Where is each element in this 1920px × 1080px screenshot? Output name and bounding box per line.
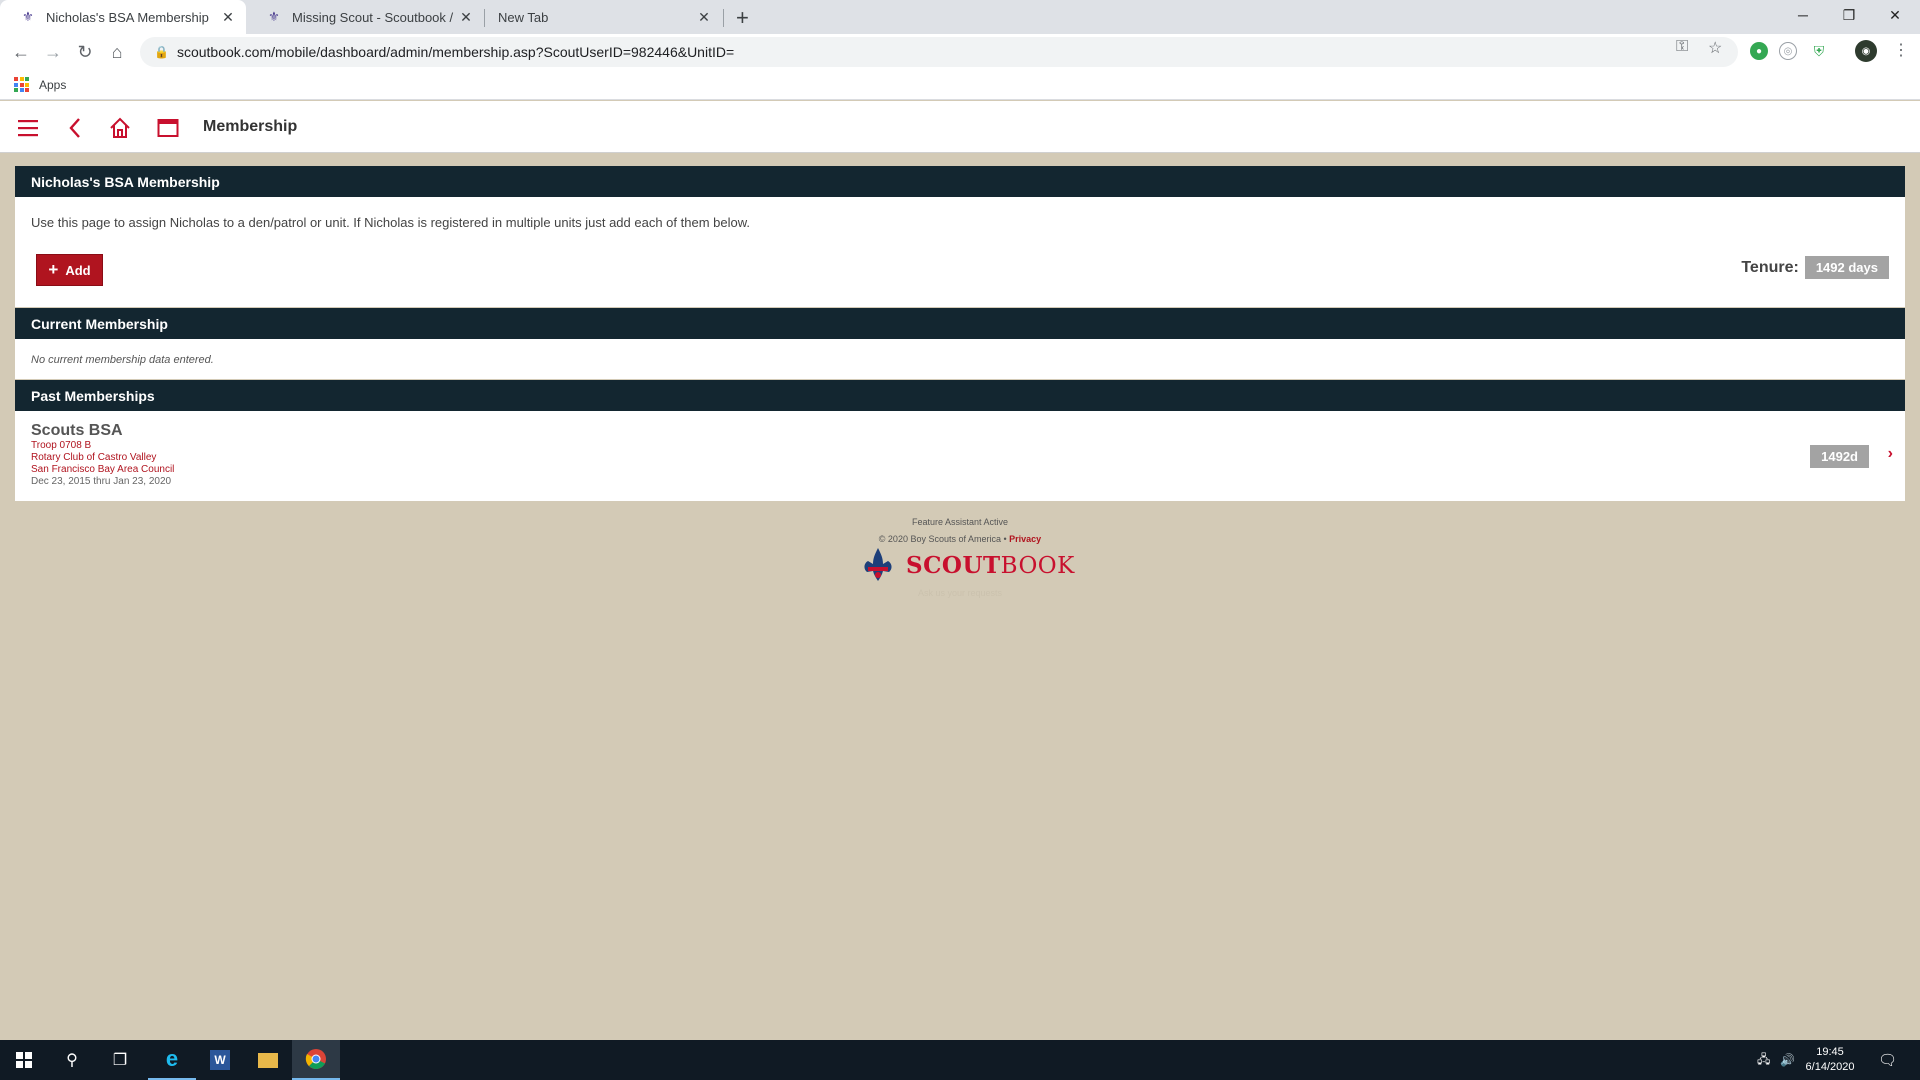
shield-icon[interactable]: ⛨: [1810, 42, 1828, 60]
back-chevron-icon[interactable]: [62, 115, 88, 141]
hamburger-menu-icon[interactable]: [15, 115, 41, 141]
apps-shortcut[interactable]: Apps: [14, 77, 66, 92]
apps-grid-icon: [14, 77, 29, 92]
reload-icon[interactable]: ↻: [73, 40, 97, 64]
word-icon[interactable]: W: [196, 1040, 244, 1080]
add-button[interactable]: + Add: [36, 254, 103, 286]
apps-label: Apps: [39, 77, 67, 92]
extension-icon[interactable]: ●: [1750, 42, 1768, 60]
tab-title: Missing Scout - Scoutbook / Sco: [292, 9, 456, 25]
extension-icon[interactable]: ◎: [1779, 42, 1797, 60]
calendar-icon[interactable]: [155, 115, 181, 141]
membership-dates: Dec 23, 2015 thru Jan 23, 2020: [31, 476, 172, 487]
file-explorer-icon[interactable]: [244, 1040, 292, 1080]
membership-panel-header: Nicholas's BSA Membership: [15, 166, 1905, 197]
new-tab-plus-icon[interactable]: +: [736, 5, 749, 31]
bookmarks-bar: Apps: [0, 70, 1920, 100]
intro-text: Use this page to assign Nicholas to a de…: [31, 215, 750, 230]
home-icon[interactable]: [107, 115, 133, 141]
key-icon[interactable]: ⚿: [1676, 38, 1688, 56]
program-type: Scouts BSA: [31, 422, 123, 439]
fleur-de-lis-icon: ⚜: [268, 9, 280, 24]
internet-explorer-icon[interactable]: e: [148, 1040, 196, 1080]
browser-toolbar: ← → ↻ ⌂ 🔒 scoutbook.com/mobile/dashboard…: [0, 34, 1920, 70]
tab-title: New Tab: [498, 9, 549, 25]
windows-start-icon[interactable]: [0, 1040, 48, 1080]
lock-icon: 🔒: [154, 45, 169, 59]
list-item: Scouts BSA Troop 0708 B Rotary Club of C…: [31, 422, 174, 488]
close-window-icon[interactable]: ✕: [1872, 0, 1918, 30]
page-title: Membership: [203, 118, 298, 135]
chevron-right-icon[interactable]: ›: [1888, 445, 1893, 463]
scoutbook-logo[interactable]: SCOUTBOOK: [858, 545, 1075, 585]
past-memberships-header: Past Memberships: [15, 380, 1905, 411]
footer-tagline: Ask us your requests: [917, 588, 1003, 598]
clock-date: 6/14/2020: [1805, 1061, 1855, 1073]
tab-missing-scout[interactable]: ⚜ Missing Scout - Scoutbook / Sco ✕: [246, 0, 484, 34]
forward-arrow-icon[interactable]: →: [41, 40, 65, 64]
tab-title: Nicholas's BSA Membership: [46, 9, 209, 25]
clock-time: 19:45: [1816, 1046, 1844, 1058]
unit-link[interactable]: Troop 0708 B: [31, 440, 174, 452]
duration-badge: 1492d: [1810, 445, 1869, 468]
home-icon[interactable]: ⌂: [105, 40, 129, 64]
tab-new[interactable]: New Tab ✕: [484, 0, 722, 34]
app-header: Membership: [0, 101, 1920, 153]
tab-membership[interactable]: ⚜ Nicholas's BSA Membership ✕: [0, 0, 246, 34]
tenure: Tenure: 1492 days: [1741, 256, 1889, 279]
system-clock[interactable]: 19:45 6/14/2020: [1800, 1045, 1860, 1075]
windows-taskbar: ⚲ ❐ e W 🖧 🔊 19:45 6/14/2020 🗨: [0, 1040, 1920, 1080]
restore-icon[interactable]: ❐: [1826, 0, 1872, 30]
fleur-de-lis-icon: ⚜: [22, 9, 34, 24]
add-button-label: Add: [65, 262, 91, 278]
minimize-icon[interactable]: ─: [1780, 0, 1826, 30]
chrome-icon[interactable]: [292, 1040, 340, 1080]
task-view-icon[interactable]: ❐: [96, 1040, 144, 1080]
membership-panel-body: Use this page to assign Nicholas to a de…: [15, 197, 1905, 307]
tab-separator: [723, 9, 724, 27]
network-icon[interactable]: 🖧: [1757, 1040, 1770, 1080]
close-tab-icon[interactable]: ✕: [218, 9, 238, 26]
more-menu-icon[interactable]: ⋮: [1893, 40, 1909, 60]
profile-avatar[interactable]: ◉: [1855, 40, 1877, 62]
copyright-text: © 2020 Boy Scouts of America •: [878, 534, 1010, 544]
plus-icon: +: [48, 260, 59, 279]
search-icon[interactable]: ⚲: [48, 1040, 96, 1080]
feature-assistant-text: Feature Assistant Active: [911, 517, 1009, 527]
back-arrow-icon[interactable]: ←: [9, 40, 33, 64]
close-tab-icon[interactable]: ✕: [694, 9, 714, 26]
logo-wordmark: SCOUTBOOK: [906, 551, 1075, 579]
close-tab-icon[interactable]: ✕: [456, 9, 476, 26]
volume-icon[interactable]: 🔊: [1780, 1040, 1795, 1080]
empty-state-text: No current membership data entered.: [31, 354, 214, 366]
tenure-badge: 1492 days: [1804, 256, 1889, 279]
browser-tab-strip: ⚜ Nicholas's BSA Membership ✕ ⚜ Missing …: [0, 0, 1920, 34]
past-membership-row[interactable]: Scouts BSA Troop 0708 B Rotary Club of C…: [15, 411, 1905, 501]
tenure-label: Tenure:: [1741, 258, 1799, 276]
notifications-icon[interactable]: 🗨: [1878, 1040, 1897, 1080]
current-membership-header: Current Membership: [15, 308, 1905, 339]
charter-org-link[interactable]: Rotary Club of Castro Valley: [31, 452, 174, 464]
bsa-emblem-icon: [864, 548, 892, 581]
privacy-link[interactable]: Privacy: [1009, 534, 1041, 544]
bookmark-star-icon[interactable]: ☆: [1708, 38, 1722, 58]
council-link[interactable]: San Francisco Bay Area Council: [31, 464, 174, 476]
address-bar[interactable]: 🔒 scoutbook.com/mobile/dashboard/admin/m…: [140, 37, 1738, 67]
current-membership-body: No current membership data entered.: [15, 339, 1905, 379]
url-text: scoutbook.com/mobile/dashboard/admin/mem…: [176, 44, 735, 60]
